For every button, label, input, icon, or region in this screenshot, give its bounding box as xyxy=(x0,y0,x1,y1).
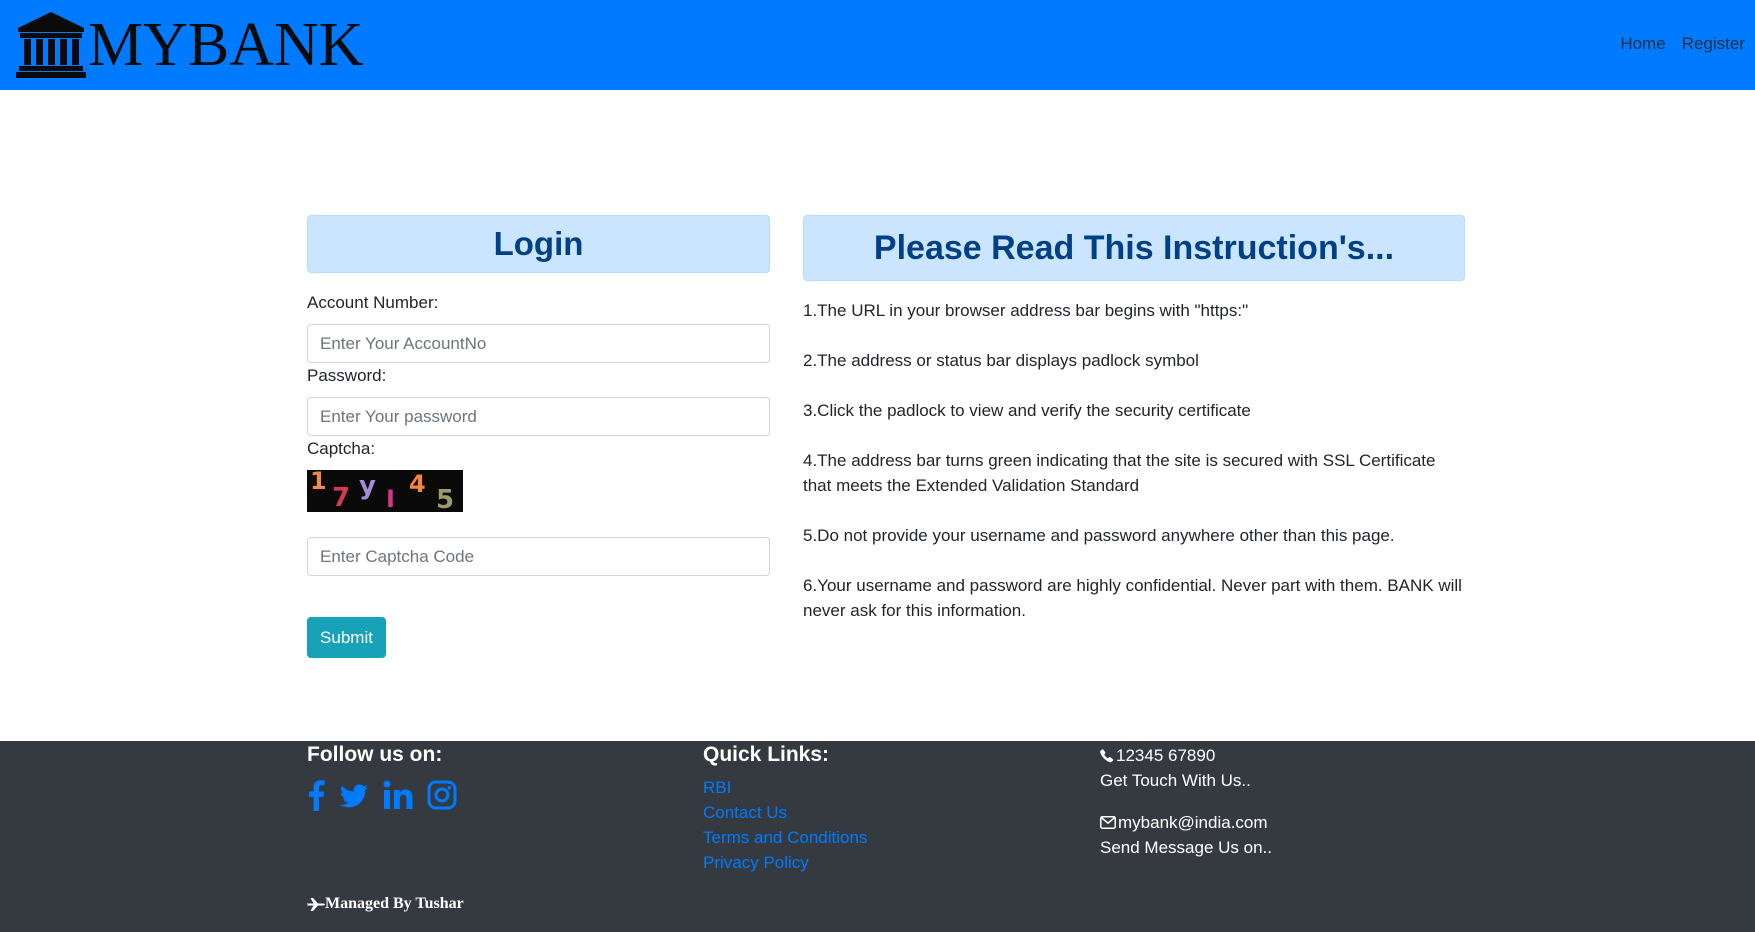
nav-register-link[interactable]: Register xyxy=(1682,34,1745,54)
submit-button[interactable]: Submit xyxy=(307,617,386,658)
instagram-icon[interactable] xyxy=(427,779,457,811)
instructions-list: 1.The URL in your browser address bar be… xyxy=(803,298,1465,648)
captcha-char: y xyxy=(359,471,376,501)
captcha-image: 1 7 y I 4 5 xyxy=(307,470,463,512)
quick-link-rbi[interactable]: RBI xyxy=(703,775,867,800)
email-line: mybank@india.com xyxy=(1100,810,1272,835)
instruction-item: 4.The address bar turns green indicating… xyxy=(803,451,1436,495)
captcha-char: 5 xyxy=(436,485,454,512)
account-number-input[interactable] xyxy=(307,324,770,363)
login-title-box: Login xyxy=(307,215,770,273)
captcha-input[interactable] xyxy=(307,537,770,576)
managed-by-text: Managed By Tushar xyxy=(325,895,464,912)
social-links xyxy=(307,779,457,811)
footer: Follow us on: Quick Links: RBI Contact U… xyxy=(0,741,1755,932)
quick-links: RBI Contact Us Terms and Conditions Priv… xyxy=(703,775,867,875)
captcha-label: Captcha: xyxy=(307,439,376,458)
instruction-item: 6.Your username and password are highly … xyxy=(803,576,1462,620)
nav-home-link[interactable]: Home xyxy=(1620,34,1665,54)
quick-links-heading: Quick Links: xyxy=(703,743,830,766)
email-address[interactable]: mybank@india.com xyxy=(1118,810,1268,835)
instruction-item: 5.Do not provide your username and passw… xyxy=(803,526,1395,545)
follow-heading: Follow us on: xyxy=(307,743,443,766)
linkedin-icon[interactable] xyxy=(383,779,413,811)
brand-name: MYBANK xyxy=(88,11,364,79)
navbar: MYBANK Home Register xyxy=(0,0,1755,90)
facebook-icon[interactable] xyxy=(307,779,325,811)
phone-caption: Get Touch With Us.. xyxy=(1100,771,1251,790)
envelope-icon xyxy=(1100,816,1116,829)
managed-by: Managed By Tushar xyxy=(307,895,464,913)
captcha-char: 4 xyxy=(409,470,426,498)
captcha-char: 7 xyxy=(332,483,350,512)
twitter-icon[interactable] xyxy=(339,779,369,811)
email-caption: Send Message Us on.. xyxy=(1100,838,1272,857)
plane-icon xyxy=(307,897,325,911)
contact-section: 12345 67890 Get Touch With Us.. mybank@i… xyxy=(1100,743,1272,860)
phone-line: 12345 67890 xyxy=(1100,743,1272,768)
instruction-item: 1.The URL in your browser address bar be… xyxy=(803,301,1249,320)
instructions-title-box: Please Read This Instruction's... xyxy=(803,215,1465,281)
password-label: Password: xyxy=(307,366,387,385)
login-title: Login xyxy=(493,225,584,262)
brand[interactable]: MYBANK xyxy=(16,12,364,78)
instruction-item: 3.Click the padlock to view and verify t… xyxy=(803,401,1251,420)
phone-icon xyxy=(1100,749,1114,763)
captcha-char: 1 xyxy=(310,470,327,495)
nav-links: Home Register xyxy=(1620,34,1755,54)
phone-number[interactable]: 12345 67890 xyxy=(1116,743,1215,768)
quick-link-terms[interactable]: Terms and Conditions xyxy=(703,825,867,850)
account-number-label: Account Number: xyxy=(307,293,439,312)
bank-icon xyxy=(16,12,86,78)
captcha-char: I xyxy=(386,485,395,512)
instruction-item: 2.The address or status bar displays pad… xyxy=(803,351,1199,370)
password-input[interactable] xyxy=(307,397,770,436)
quick-link-privacy[interactable]: Privacy Policy xyxy=(703,850,867,875)
quick-links-section: Quick Links: RBI Contact Us Terms and Co… xyxy=(703,741,867,875)
instructions-title: Please Read This Instruction's... xyxy=(873,228,1395,267)
quick-link-contact[interactable]: Contact Us xyxy=(703,800,867,825)
follow-section: Follow us on: xyxy=(307,741,457,811)
